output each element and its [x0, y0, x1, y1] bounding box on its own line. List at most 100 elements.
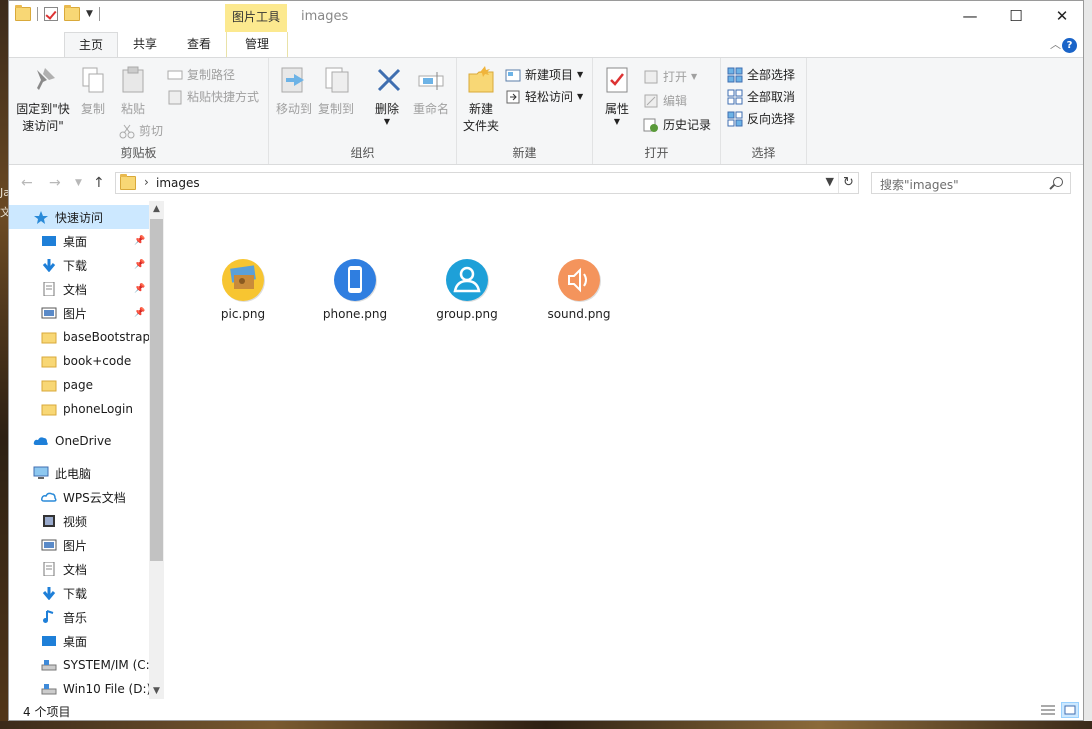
scroll-down-icon[interactable]: ▼	[149, 683, 164, 699]
history-button[interactable]: 历史记录	[643, 116, 711, 133]
nav-item[interactable]: book+code	[9, 349, 149, 373]
nav-item[interactable]: 文档	[9, 557, 149, 581]
select-none-button[interactable]: 全部取消	[727, 88, 795, 105]
file-item[interactable]: sound.png	[534, 259, 624, 321]
breadcrumb-current[interactable]: images	[156, 176, 200, 190]
close-button[interactable]: ✕	[1039, 1, 1083, 32]
delete-button[interactable]: 删除 ▼	[373, 64, 401, 126]
cut-button[interactable]: 剪切	[119, 122, 163, 139]
nav-item[interactable]: WPS云文档	[9, 485, 149, 509]
nav-item[interactable]: 下载	[9, 581, 149, 605]
folder-icon[interactable]	[15, 5, 31, 21]
copy-path-button[interactable]: 复制路径	[167, 66, 235, 83]
folder-icon	[41, 354, 57, 368]
file-list-area[interactable]: pic.png phone.png group.png sound.png	[164, 201, 1083, 699]
file-item[interactable]: group.png	[422, 259, 512, 321]
properties-button[interactable]: 属性 ▼	[599, 64, 635, 126]
nav-item[interactable]: baseBootstrap	[9, 325, 149, 349]
nav-item[interactable]: 此电脑	[9, 461, 149, 485]
select-all-button[interactable]: 全部选择	[727, 66, 795, 83]
nav-item[interactable]: SYSTEM/IM (C:	[9, 653, 149, 677]
refresh-icon[interactable]: ↻	[838, 173, 858, 193]
easy-access-icon	[505, 89, 521, 105]
properties-icon	[601, 64, 633, 96]
up-arrow-icon[interactable]: ↑	[93, 175, 105, 191]
minimize-button[interactable]: —	[947, 1, 993, 32]
easy-access-label: 轻松访问	[525, 90, 574, 104]
copy-to-label: 复制到	[317, 102, 354, 116]
tab-home[interactable]: 主页	[64, 32, 118, 57]
help-icon[interactable]: ?	[1062, 38, 1077, 53]
ribbon: 固定到"快 速访问" 复制 粘贴 复制路径 粘贴快捷方式 剪切 剪贴板 移动到 …	[9, 57, 1083, 165]
easy-access-button[interactable]: 轻松访问 ▼	[505, 88, 583, 105]
folder-icon	[120, 174, 136, 190]
search-icon[interactable]	[1053, 177, 1063, 187]
large-icons-view-icon[interactable]	[1061, 702, 1079, 718]
nav-item[interactable]: 图片 📌	[9, 301, 149, 325]
open-button[interactable]: 打开 ▼	[643, 68, 697, 85]
collapse-ribbon-icon[interactable]: ︿	[1050, 36, 1061, 52]
nav-item[interactable]: 文档 📌	[9, 277, 149, 301]
copy-button[interactable]: 复制	[75, 64, 111, 117]
breadcrumb-chevron-icon[interactable]: ›	[144, 175, 149, 189]
cloud-icon	[33, 434, 49, 448]
forward-arrow-icon[interactable]: →	[49, 175, 61, 191]
music-icon	[41, 610, 57, 624]
navpane-scrollbar[interactable]: ▲ ▼	[149, 201, 164, 699]
file-item[interactable]: phone.png	[310, 259, 400, 321]
new-folder-button[interactable]: 新建 文件夹	[461, 64, 501, 134]
navigation-pane: 快速访问 桌面 📌 下载 📌 文档 📌 图片 📌 baseBootstrap book+code pa…	[9, 201, 164, 699]
address-bar[interactable]: › images ▼ ↻	[115, 172, 859, 194]
nav-item[interactable]: 视频	[9, 509, 149, 533]
paste-button[interactable]: 粘贴	[115, 64, 151, 117]
file-name: sound.png	[547, 307, 611, 321]
tab-share[interactable]: 共享	[118, 32, 172, 57]
tab-view[interactable]: 查看	[172, 32, 226, 57]
nav-item[interactable]: phoneLogin	[9, 397, 149, 421]
new-item-icon	[505, 67, 521, 83]
copy-to-button[interactable]: 复制到	[317, 64, 355, 117]
nav-item-label: book+code	[63, 354, 132, 368]
nav-item[interactable]: OneDrive	[9, 429, 149, 453]
desktop-background-right	[1084, 0, 1092, 721]
properties-check-icon[interactable]	[44, 7, 58, 21]
nav-item[interactable]: 桌面	[9, 629, 149, 653]
download-icon	[41, 258, 57, 273]
move-to-button[interactable]: 移动到	[275, 64, 313, 117]
nav-item[interactable]: Win10 File (D:)	[9, 677, 149, 699]
tab-manage[interactable]: 管理	[226, 32, 288, 57]
back-arrow-icon[interactable]: ←	[21, 175, 33, 191]
invert-selection-button[interactable]: 反向选择	[727, 110, 795, 127]
nav-item[interactable]: 图片	[9, 533, 149, 557]
history-icon	[643, 117, 659, 133]
nav-item[interactable]: 音乐	[9, 605, 149, 629]
nav-item[interactable]: 快速访问	[9, 205, 149, 229]
new-item-button[interactable]: 新建项目 ▼	[505, 66, 583, 83]
search-input[interactable]: 搜索"images"	[871, 172, 1071, 194]
nav-item-label: OneDrive	[55, 434, 112, 448]
maximize-button[interactable]: ☐	[993, 1, 1039, 32]
recent-locations-chevron-icon[interactable]: ▼	[75, 178, 82, 188]
details-view-icon[interactable]	[1039, 702, 1057, 718]
nav-item[interactable]: page	[9, 373, 149, 397]
properties-label: 属性	[604, 102, 629, 116]
nav-item[interactable]: 下载 📌	[9, 253, 149, 277]
pin-to-quick-access-button[interactable]: 固定到"快 速访问"	[15, 64, 71, 134]
new-folder-icon[interactable]	[64, 5, 80, 21]
nav-item[interactable]: 桌面 📌	[9, 229, 149, 253]
file-item[interactable]: pic.png	[198, 259, 288, 321]
properties-dropdown-icon[interactable]: ▼	[599, 117, 635, 126]
address-dropdown-icon[interactable]: ▼	[826, 175, 834, 188]
document-icon	[41, 561, 57, 577]
customize-toolbar-dropdown-icon[interactable]: ▼	[86, 9, 93, 19]
divider	[37, 7, 38, 21]
rename-button[interactable]: 重命名	[411, 64, 451, 117]
edit-button[interactable]: 编辑	[643, 92, 687, 109]
scroll-up-icon[interactable]: ▲	[149, 201, 164, 217]
paste-shortcut-button[interactable]: 粘贴快捷方式	[167, 88, 259, 105]
copy-to-icon	[320, 64, 352, 96]
organize-group-label: 组织	[350, 146, 375, 160]
scroll-thumb[interactable]	[150, 219, 163, 561]
delete-dropdown-icon[interactable]: ▼	[373, 117, 401, 126]
pin-icon	[27, 64, 59, 96]
